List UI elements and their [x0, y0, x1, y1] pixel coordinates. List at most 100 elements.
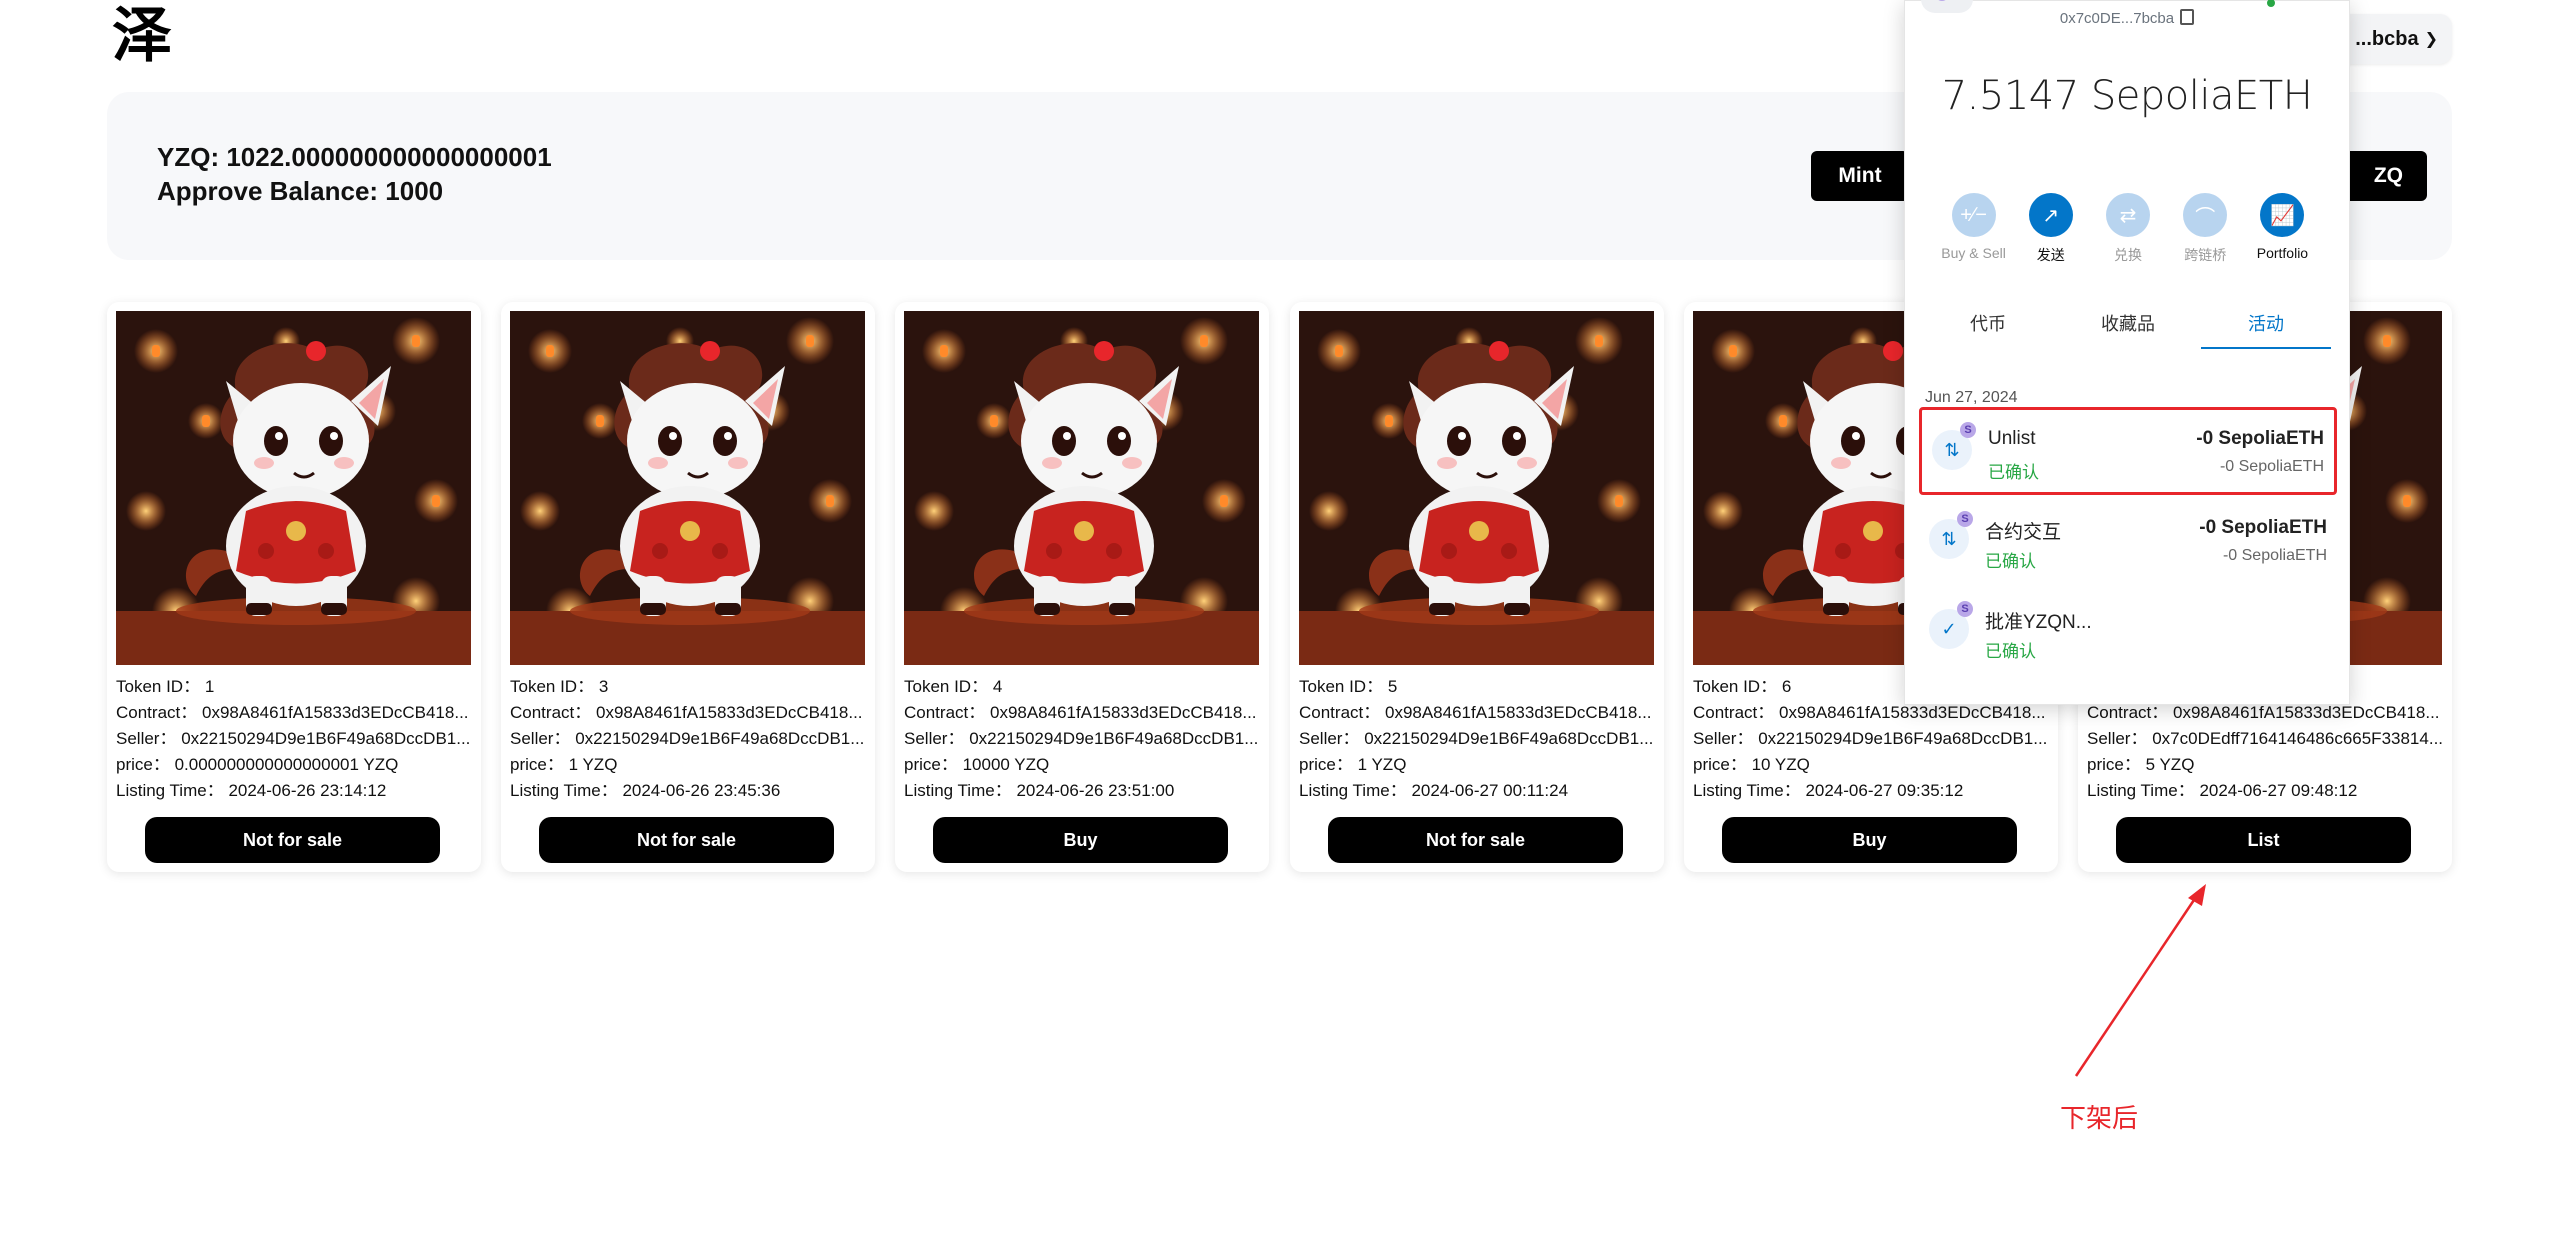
price-value: 10000 YZQ — [962, 755, 1050, 774]
contract-label: Contract： — [510, 703, 592, 722]
activity-date: Jun 27, 2024 — [1925, 389, 2018, 406]
card-action-button[interactable]: Buy — [933, 817, 1228, 863]
wallet-tab-2[interactable]: 收藏品 — [2063, 307, 2193, 347]
contract-value: 0x98A8461fA15833d3EDcCB418... — [1384, 703, 1652, 722]
price-value: 10 YZQ — [1751, 755, 1810, 774]
contract-label: Contract： — [904, 703, 986, 722]
send-arrow-icon: ↗ — [2028, 193, 2073, 237]
seller-row: Seller： 0x22150294D9e1B6F49a68DccDB1... — [116, 726, 476, 752]
activity-title: 批准YZQN... — [1985, 612, 2092, 633]
listing-time-value: 2024-06-27 00:11:24 — [1411, 781, 1569, 800]
token-id-label: Token ID： — [510, 677, 595, 696]
contract-value: 0x98A8461fA15833d3EDcCB418... — [201, 703, 469, 722]
annotation-text: 下架后 — [2060, 1103, 2139, 1133]
price-label: price： — [1299, 755, 1353, 774]
listing-time-row: Listing Time： 2024-06-27 09:35:12 — [1693, 778, 2053, 804]
card-action-button[interactable]: Not for sale — [1328, 817, 1623, 863]
listing-time-value: 2024-06-27 09:48:12 — [2199, 781, 2358, 800]
card-action-button[interactable]: Not for sale — [145, 817, 440, 863]
listing-time-row: Listing Time： 2024-06-26 23:14:12 — [116, 778, 476, 804]
contract-value: 0x98A8461fA15833d3EDcCB418... — [1778, 703, 2046, 722]
card-action-button[interactable]: Not for sale — [539, 817, 834, 863]
activity-amount: -0 SepoliaETH — [2199, 517, 2327, 538]
seller-value: 0x22150294D9e1B6F49a68DccDB1... — [969, 729, 1259, 748]
contract-value: 0x98A8461fA15833d3EDcCB418... — [989, 703, 1257, 722]
token-id-row: Token ID： 3 — [510, 674, 870, 700]
nft-pony-illustration — [1299, 311, 1654, 665]
nft-pony-illustration — [904, 311, 1259, 665]
wallet-action-chart[interactable]: 📈 Portfolio — [2244, 193, 2321, 265]
chevron-down-icon: ❯ — [2424, 31, 2438, 48]
connected-status-dot — [2267, 0, 2275, 7]
activity-amount-secondary: -0 SepoliaETH — [2222, 547, 2327, 564]
nft-info: Token ID： 1 Contract： 0x98A8461fA15833d3… — [116, 674, 476, 804]
wallet-address-text: 0x7c0DE...7bcba — [2059, 10, 2175, 27]
price-row: price： 1 YZQ — [510, 752, 870, 778]
wallet-action-label: 跨链桥 — [2184, 247, 2227, 263]
mint-button[interactable]: Mint — [1811, 151, 1909, 201]
wallet-action-label: Portfolio — [2256, 245, 2309, 261]
token-id-value: 4 — [992, 677, 1003, 696]
bridge-icon: ⌒ — [2183, 193, 2228, 237]
chart-icon: 📈 — [2260, 193, 2305, 237]
seller-row: Seller： 0x7c0DEdff7164146486c665F33814..… — [2087, 726, 2447, 752]
contract-value: 0x98A8461fA15833d3EDcCB418... — [595, 703, 863, 722]
seller-value: 0x22150294D9e1B6F49a68DccDB1... — [181, 729, 471, 748]
listing-time-row: Listing Time： 2024-06-27 00:11:24 — [1299, 778, 1659, 804]
approve-balance: Approve Balance: 1000 — [157, 176, 444, 206]
wallet-balance: 7.5147 SepoliaETH — [1941, 73, 2313, 119]
wallet-action-send-arrow[interactable]: ↗ 发送 — [2012, 193, 2089, 265]
wallet-tab-3[interactable]: 活动 — [2201, 307, 2331, 349]
card-action-button[interactable]: Buy — [1722, 817, 2017, 863]
activity-item[interactable]: ⇅ S Unlist 已确认 -0 SepoliaETH -0 SepoliaETH — [1919, 407, 2337, 495]
price-value: 0.000000000000000001 YZQ — [174, 755, 399, 774]
listing-time-row: Listing Time： 2024-06-26 23:45:36 — [510, 778, 870, 804]
token-id-label: Token ID： — [116, 677, 201, 696]
contract-row: Contract： 0x98A8461fA15833d3EDcCB418... — [510, 700, 870, 726]
price-label: price： — [116, 755, 170, 774]
seller-value: 0x7c0DEdff7164146486c665F33814... — [2152, 729, 2444, 748]
contract-label: Contract： — [1693, 703, 1775, 722]
listing-time-row: Listing Time： 2024-06-27 09:48:12 — [2087, 778, 2447, 804]
token-id-value: 6 — [1781, 677, 1792, 696]
price-row: price： 10000 YZQ — [904, 752, 1264, 778]
activity-item[interactable]: ⇅ S 合约交互 已确认 -0 SepoliaETH -0 SepoliaETH — [1919, 499, 2337, 587]
seller-label: Seller： — [116, 729, 177, 748]
wallet-tabs: 代币 收藏品 活动 — [1905, 307, 2349, 349]
token-id-value: 3 — [598, 677, 609, 696]
seller-label: Seller： — [1693, 729, 1754, 748]
nft-image — [1299, 311, 1654, 665]
nft-info: Token ID： 5 Contract： 0x98A8461fA15833d3… — [1299, 674, 1659, 804]
listing-time-label: Listing Time： — [510, 781, 618, 800]
listing-time-value: 2024-06-26 23:45:36 — [622, 781, 781, 800]
wallet-action-bridge[interactable]: ⌒ 跨链桥 — [2167, 193, 2244, 265]
listing-time-label: Listing Time： — [2087, 781, 2195, 800]
listing-time-value: 2024-06-27 09:35:12 — [1805, 781, 1964, 800]
token-id-label: Token ID： — [904, 677, 989, 696]
wallet-tab-1[interactable]: 代币 — [1923, 307, 2053, 347]
price-label: price： — [510, 755, 564, 774]
token-id-row: Token ID： 4 — [904, 674, 1264, 700]
site-logo: 泽 — [112, 1, 172, 71]
listing-time-label: Listing Time： — [1693, 781, 1801, 800]
wallet-action-label: 发送 — [2036, 247, 2065, 263]
price-label: price： — [904, 755, 958, 774]
contract-row: Contract： 0x98A8461fA15833d3EDcCB418... — [904, 700, 1264, 726]
wallet-address[interactable]: 0x7c0DE...7bcba — [1905, 9, 2349, 27]
price-row: price： 5 YZQ — [2087, 752, 2447, 778]
nft-image — [904, 311, 1259, 665]
wallet-actions: +∕− Buy & Sell ↗ 发送 ⇄ 兑换 ⌒ 跨链桥 📈 Portfolio — [1935, 193, 2321, 265]
activity-item[interactable]: ✓ S 批准YZQN... 已确认 — [1919, 589, 2337, 677]
card-action-button[interactable]: List — [2116, 817, 2411, 863]
listing-time-value: 2024-06-26 23:14:12 — [228, 781, 387, 800]
seller-value: 0x22150294D9e1B6F49a68DccDB1... — [1758, 729, 2048, 748]
wallet-action-swap[interactable]: ⇄ 兑换 — [2089, 193, 2166, 265]
price-row: price： 1 YZQ — [1299, 752, 1659, 778]
contract-label: Contract： — [1299, 703, 1381, 722]
price-row: price： 0.000000000000000001 YZQ — [116, 752, 476, 778]
activity-title: 合约交互 — [1985, 522, 2062, 543]
token-id-label: Token ID： — [1299, 677, 1384, 696]
wallet-action-plus-minus[interactable]: +∕− Buy & Sell — [1935, 193, 2012, 265]
copy-icon[interactable] — [2180, 9, 2195, 25]
listing-time-row: Listing Time： 2024-06-26 23:51:00 — [904, 778, 1264, 804]
